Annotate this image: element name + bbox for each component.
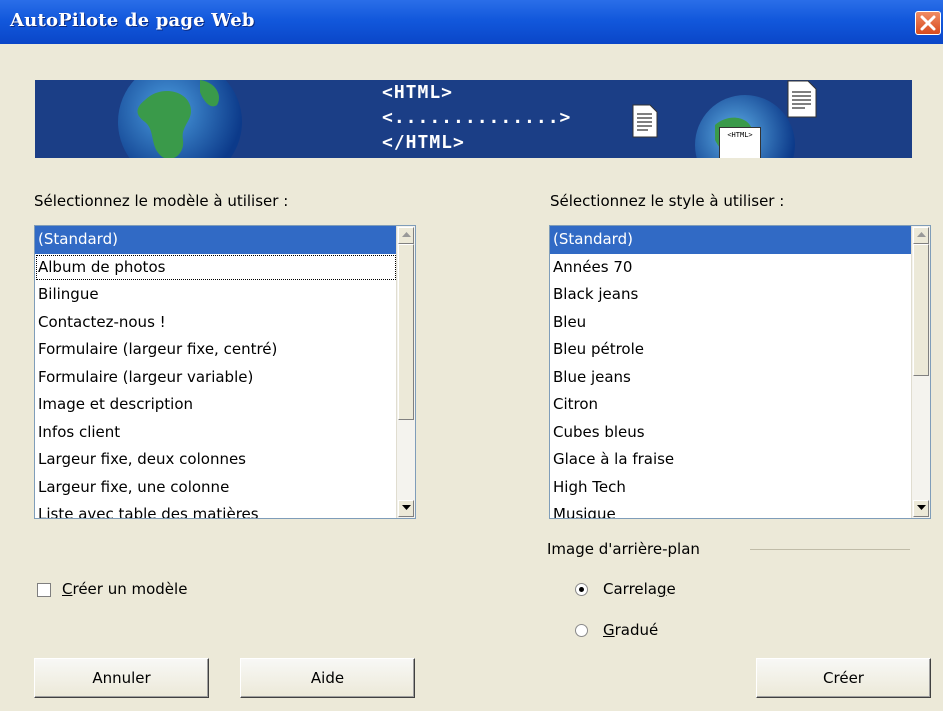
cancel-button[interactable]: Annuler [34,658,209,698]
list-item[interactable]: High Tech [550,474,912,502]
create-button[interactable]: Créer [756,658,931,698]
radio-gradue[interactable] [575,624,588,637]
list-item[interactable]: Glace à la fraise [550,446,912,474]
list-item[interactable]: Liste avec table des matières [35,501,397,518]
list-item[interactable]: Bleu [550,309,912,337]
scroll-up-button[interactable] [913,227,929,244]
list-item[interactable]: Black jeans [550,281,912,309]
scroll-up-button[interactable] [398,227,414,244]
close-button[interactable] [915,11,941,35]
templates-list: (Standard) Album de photos Bilingue Contact… [35,226,397,518]
radio-gradue-label[interactable]: Gradué [603,621,658,639]
list-item[interactable]: (Standard) [550,226,912,254]
radio-dot [579,587,584,592]
list-item[interactable]: Formulaire (largeur variable) [35,364,397,392]
scroll-down-icon [917,505,926,510]
scroll-thumb[interactable] [913,244,929,376]
list-item[interactable]: Largeur fixe, deux colonnes [35,446,397,474]
html-document-icon: <HTML> [719,127,761,158]
radio-carrelage-label[interactable]: Carrelage [603,580,676,598]
document-icon [632,104,658,138]
scroll-down-icon [402,505,411,510]
scroll-down-button[interactable] [398,500,414,517]
help-button[interactable]: Aide [240,658,415,698]
title-bar: AutoPilote de page Web [0,0,943,44]
banner-code: <HTML> <..............> </HTML> [382,82,572,153]
list-item[interactable]: Musique [550,501,912,518]
header-banner: <HTML> <..............> </HTML> <HTML> [35,80,912,158]
styles-label: Sélectionnez le style à utiliser : [550,192,785,210]
document-icon [787,80,817,118]
list-item[interactable]: Image et description [35,391,397,419]
templates-label: Sélectionnez le modèle à utiliser : [34,192,289,210]
templates-listbox[interactable]: (Standard) Album de photos Bilingue Contact… [34,225,416,519]
styles-list: (Standard) Années 70 Black jeans Bleu Bleu p… [550,226,912,518]
close-icon [920,15,936,31]
scroll-thumb[interactable] [398,244,414,420]
list-item[interactable]: Blue jeans [550,364,912,392]
window-title: AutoPilote de page Web [10,10,255,31]
list-item[interactable]: Largeur fixe, une colonne [35,474,397,502]
styles-scrollbar[interactable] [911,226,930,518]
list-item[interactable]: Contactez-nous ! [35,309,397,337]
radio-carrelage[interactable] [575,583,588,596]
styles-listbox[interactable]: (Standard) Années 70 Black jeans Bleu Bleu p… [549,225,931,519]
create-template-checkbox[interactable] [37,583,51,597]
scroll-down-button[interactable] [913,500,929,517]
create-template-label[interactable]: Créer un modèle [62,580,187,598]
list-item[interactable]: Bilingue [35,281,397,309]
list-item[interactable]: Années 70 [550,254,912,282]
templates-scrollbar[interactable] [396,226,415,518]
list-item[interactable]: Formulaire (largeur fixe, centré) [35,336,397,364]
scroll-up-icon [402,232,411,237]
list-item[interactable]: Bleu pétrole [550,336,912,364]
list-item[interactable]: (Standard) [35,226,397,254]
list-item[interactable]: Infos client [35,419,397,447]
list-item[interactable]: Citron [550,391,912,419]
list-item[interactable]: Album de photos [35,254,397,282]
globe-icon [118,80,242,158]
scroll-up-icon [917,232,926,237]
list-item[interactable]: Cubes bleus [550,419,912,447]
background-image-label: Image d'arrière-plan [547,540,700,558]
group-divider [750,549,910,550]
